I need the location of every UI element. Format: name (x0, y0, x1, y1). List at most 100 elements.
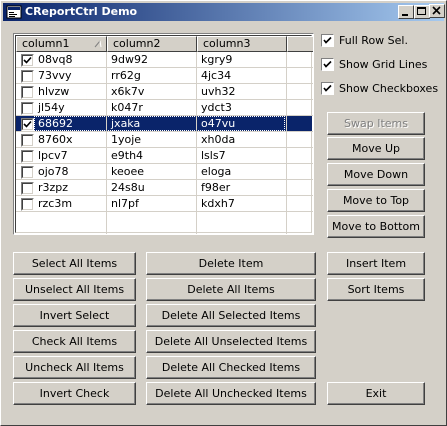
row-checkbox[interactable] (21, 86, 34, 99)
grid-line-h (16, 211, 313, 212)
row-checkbox[interactable] (21, 198, 34, 211)
list-cell: r3zpz (38, 181, 69, 194)
list-cell: 4jc34 (201, 69, 232, 82)
list-cell: 8760x (38, 133, 73, 146)
minimize-button-2[interactable] (398, 5, 414, 19)
move-to-top-button[interactable]: Move to Top (327, 189, 425, 212)
close-icon (432, 6, 441, 15)
invert-select-button[interactable]: Invert Select (13, 304, 136, 327)
list-cell: lpcv7 (38, 149, 68, 162)
move-to-bottom-button[interactable]: Move to Bottom (327, 215, 425, 238)
delete-item-button[interactable]: Delete Item (146, 252, 316, 275)
full-row-sel-label: Full Row Sel. (339, 34, 408, 47)
checkbox-box (321, 82, 334, 95)
row-checkbox[interactable] (21, 182, 34, 195)
list-cell: 24s8u (111, 181, 145, 194)
list-row[interactable]: hlvzw x6k7v uvh32 (16, 84, 312, 100)
list-cell: rzc3m (38, 197, 73, 210)
list-row[interactable]: 73vvy rr62g 4jc34 (16, 68, 312, 84)
list-row[interactable]: 8760x 1yoje xh0da (16, 132, 312, 148)
grid-line-v (106, 52, 107, 234)
row-checkbox[interactable] (21, 54, 34, 67)
grid-line-v (196, 52, 197, 234)
list-body[interactable]: column1 column2 column3 08vq8 9dw92 kgry9 7… (15, 35, 313, 234)
check-icon (23, 56, 32, 64)
check-icon (323, 36, 332, 44)
uncheck-all-button[interactable]: Uncheck All Items (13, 356, 136, 379)
list-cell: uvh32 (201, 85, 236, 98)
unselect-all-button[interactable]: Unselect All Items (13, 278, 136, 301)
column-header-3[interactable]: column3 (197, 36, 287, 52)
delete-all-checked-button[interactable]: Delete All Checked Items (146, 356, 316, 379)
row-checkbox[interactable] (21, 150, 34, 163)
delete-all-unchecked-button[interactable]: Delete All Unchecked Items (146, 382, 316, 405)
select-all-button[interactable]: Select All Items (13, 252, 136, 275)
row-checkbox[interactable] (21, 118, 34, 131)
invert-check-button[interactable]: Invert Check (13, 382, 136, 405)
list-cell: ojo78 (38, 165, 69, 178)
column-header-label: column1 (22, 37, 70, 50)
list-row[interactable]: jl54y k047r ydct3 (16, 100, 312, 116)
row-checkbox[interactable] (21, 102, 34, 115)
check-all-button[interactable]: Check All Items (13, 330, 136, 353)
list-cell: hlvzw (38, 85, 70, 98)
list-row[interactable]: lpcv7 e9th4 lsls7 (16, 148, 312, 164)
list-cell: k047r (111, 101, 143, 114)
minimize-icon (402, 14, 408, 16)
move-down-button[interactable]: Move Down (327, 163, 425, 186)
list-cell: 1yoje (111, 133, 142, 146)
delete-all-unselected-button[interactable]: Delete All Unselected Items (146, 330, 316, 353)
list-cell: kgry9 (201, 53, 233, 66)
delete-all-selected-button[interactable]: Delete All Selected Items (146, 304, 316, 327)
check-icon (323, 60, 332, 68)
show-checkboxes-label: Show Checkboxes (339, 82, 439, 95)
column-header-filler (287, 36, 313, 52)
sort-arrow-icon (94, 40, 102, 48)
swap-items-button[interactable]: Swap Items (327, 112, 425, 135)
row-checkbox[interactable] (21, 70, 34, 83)
maximize-button[interactable] (414, 5, 430, 19)
show-grid-lines-label: Show Grid Lines (339, 58, 428, 71)
close-button[interactable] (429, 4, 445, 18)
column-header-label: column3 (203, 37, 251, 50)
insert-item-button[interactable]: Insert Item (327, 252, 425, 275)
list-cell: jxaka (111, 117, 141, 130)
list-cell: 68692 (38, 117, 73, 130)
list-cell: e9th4 (111, 149, 144, 162)
sort-items-button[interactable]: Sort Items (327, 278, 425, 301)
list-cell: kdxh7 (201, 197, 235, 210)
list-row[interactable]: 68692 jxaka o47vu (16, 116, 312, 132)
list-cell: xh0da (201, 133, 236, 146)
list-row[interactable]: ojo78 keoee eloga (16, 164, 312, 180)
title-bar[interactable]: CReportCtrl Demo (3, 3, 444, 21)
check-icon (23, 120, 32, 128)
list-cell: keoee (111, 165, 145, 178)
app-icon (6, 4, 22, 20)
column-header-label: column2 (113, 37, 161, 50)
checkbox-box (321, 58, 334, 71)
row-checkbox[interactable] (21, 134, 34, 147)
list-cell: lsls7 (201, 149, 226, 162)
list-cell: jl54y (38, 101, 65, 114)
window-title: CReportCtrl Demo (25, 5, 138, 18)
list-row[interactable]: rzc3m nl7pf kdxh7 (16, 196, 312, 212)
list-cell: nl7pf (111, 197, 139, 210)
check-icon (323, 84, 332, 92)
list-cell: 73vvy (38, 69, 72, 82)
move-up-button[interactable]: Move Up (327, 137, 425, 160)
list-row[interactable]: r3zpz 24s8u f98er (16, 180, 312, 196)
column-header-1[interactable]: column1 (16, 36, 107, 52)
list-cell: x6k7v (111, 85, 145, 98)
exit-button[interactable]: Exit (327, 382, 425, 405)
column-header-2[interactable]: column2 (107, 36, 197, 52)
row-checkbox[interactable] (21, 166, 34, 179)
report-list[interactable]: column1 column2 column3 08vq8 9dw92 kgry9 7… (13, 33, 314, 235)
list-cell: eloga (201, 165, 232, 178)
list-cell: f98er (201, 181, 231, 194)
list-cell: ydct3 (201, 101, 232, 114)
maximize-icon (417, 7, 426, 15)
list-cell: o47vu (201, 117, 236, 130)
list-cell: rr62g (111, 69, 141, 82)
delete-all-button[interactable]: Delete All Items (146, 278, 316, 301)
list-row[interactable]: 08vq8 9dw92 kgry9 (16, 52, 312, 68)
